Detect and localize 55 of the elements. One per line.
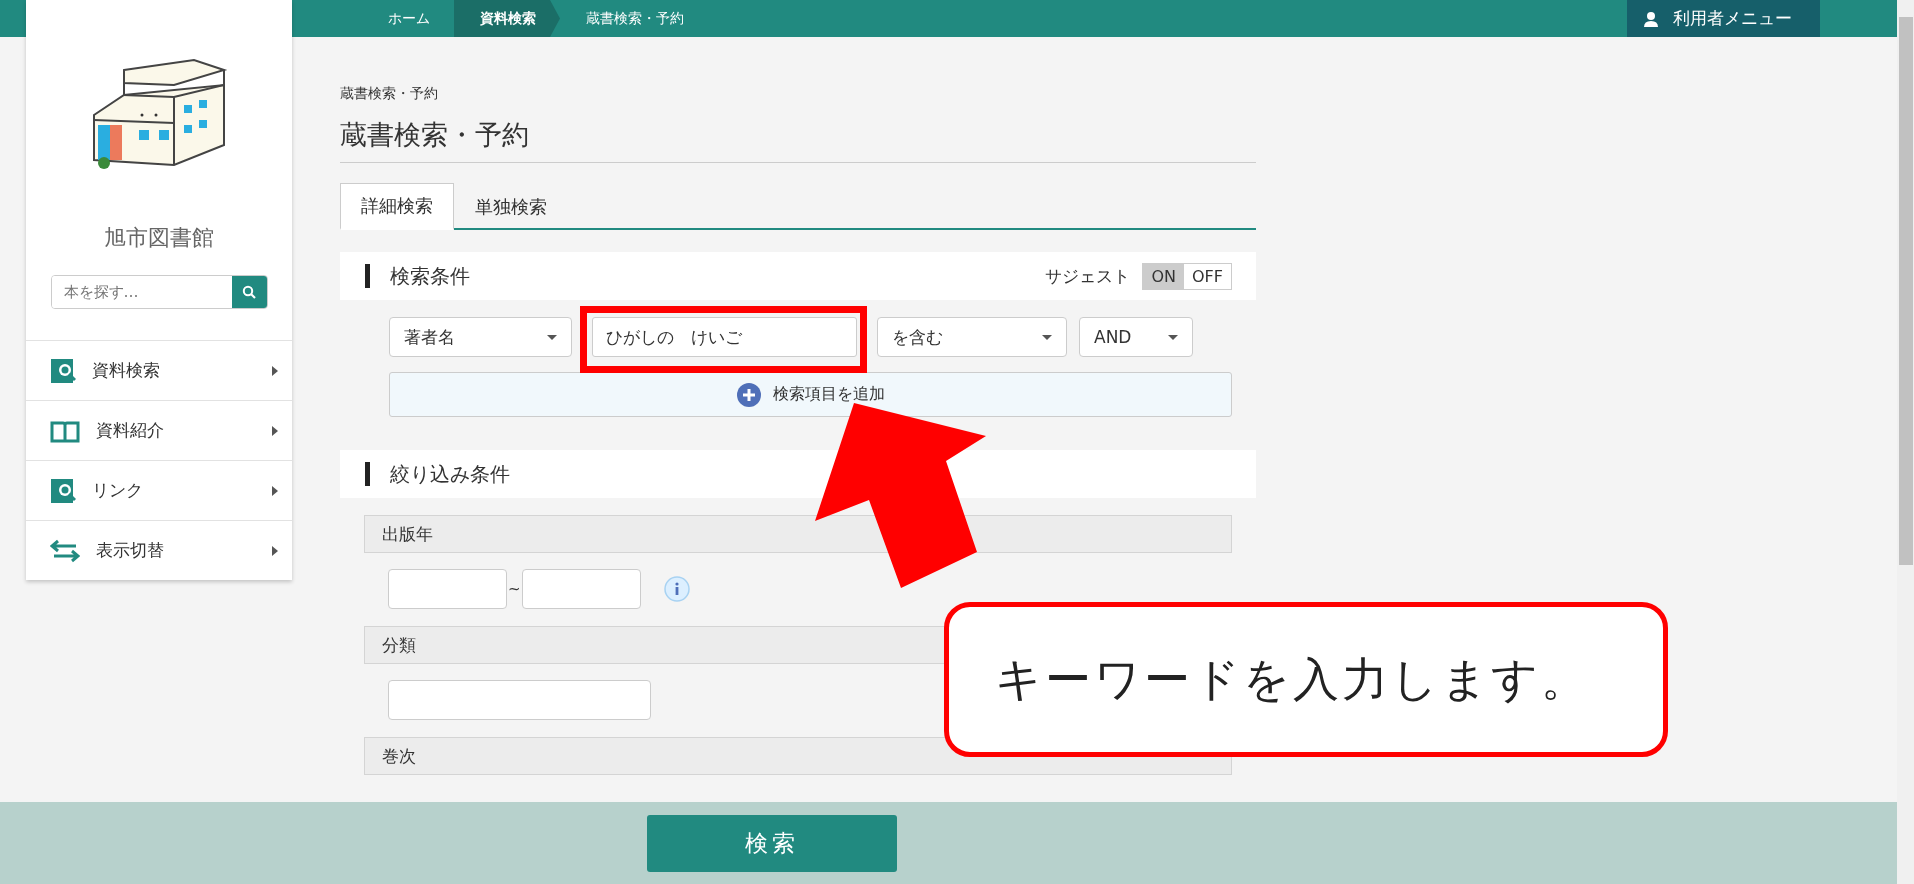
dropdown-icon [1042,334,1052,340]
add-condition-button[interactable]: 検索項目を追加 [389,372,1232,417]
page-breadcrumb: 蔵書検索・予約 [340,85,439,103]
caret-icon [272,425,278,436]
search-icon [242,285,256,299]
search-button[interactable] [231,276,267,308]
tab[interactable]: 詳細検索 [340,183,454,230]
breadcrumb-link[interactable]: ホーム [362,0,454,37]
section-title: 絞り込み条件 [390,460,511,488]
sidebar-item[interactable]: 資料紹介 [26,400,292,460]
classification-input[interactable] [388,680,651,720]
range-separator: ~ [508,580,521,598]
search-field[interactable]: 本を探す… [50,275,268,309]
sidebar-item[interactable]: 表示切替 [26,520,292,580]
match-select[interactable]: を含む [877,317,1067,357]
keyword-input[interactable]: ひがしの けいご [592,317,857,357]
sidebar-item-label: 資料紹介 [96,419,165,442]
dropdown-icon [1168,334,1178,340]
caret-icon [272,365,278,376]
filter-label: 巻次 [382,744,416,768]
sidebar-item-label: リンク [92,479,144,502]
section-marker [365,264,370,288]
sidebar-item[interactable]: 資料検索 [26,340,292,400]
user-icon [1643,10,1659,27]
breadcrumb-link[interactable]: 資料検索 [454,0,560,37]
year-from-input[interactable] [388,569,507,609]
filter-label: 分類 [382,633,416,657]
breadcrumb-link[interactable]: 蔵書検索・予約 [560,0,708,37]
tab[interactable]: 単独検索 [454,183,568,230]
sidebar-item[interactable]: リンク [26,460,292,520]
section-marker [365,462,370,486]
header-strip [0,0,26,37]
year-to-input[interactable] [521,569,641,609]
field-select[interactable]: 著者名 [389,317,572,357]
caret-icon [272,485,278,496]
sidebar-item-label: 資料検索 [92,359,161,382]
operator-select[interactable]: AND [1079,317,1193,357]
book-search-icon [50,357,76,384]
info-icon[interactable] [663,576,690,602]
page-title: 蔵書検索・予約 [340,117,1256,163]
book-search-icon [50,477,76,504]
suggest-label: サジェスト [1045,264,1131,288]
section-title: 検索条件 [390,262,471,290]
suggest-toggle-option[interactable]: ON [1143,263,1184,289]
sidebar-item-label: 表示切替 [96,539,165,562]
user-menu-button[interactable]: 利用者メニュー [1627,0,1820,37]
filter-label: 出版年 [382,522,433,546]
plus-icon [736,382,761,407]
search-submit-button[interactable]: 検索 [646,814,897,872]
annotation-callout: キーワードを入力します。 [944,602,1668,757]
scrollbar[interactable] [1897,0,1914,884]
dropdown-icon [547,334,557,340]
caret-icon [272,545,278,556]
library-name: 旭市図書館 [104,224,214,252]
swap-arrows-icon [50,538,80,563]
